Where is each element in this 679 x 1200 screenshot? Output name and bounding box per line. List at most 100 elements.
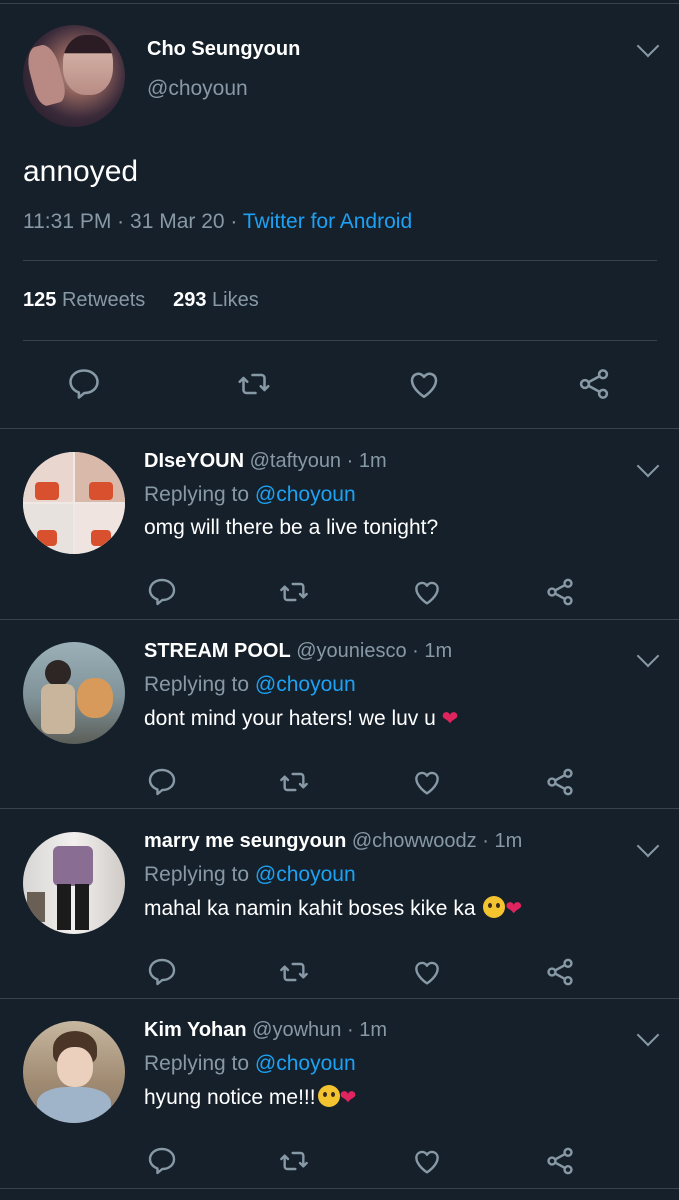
heart-emoji: ❤ (505, 898, 523, 920)
reply-text-container: dont mind your haters! we luv u ❤ (144, 706, 458, 731)
reply-tweet[interactable]: marry me seungyoun @chowwoodz · 1m Reply… (0, 810, 679, 1000)
reply-tweet[interactable]: STREAM POOL @youniesco · 1m Replying to … (0, 620, 679, 810)
chevron-down-icon[interactable] (636, 644, 660, 668)
tweet-source-link[interactable]: Twitter for Android (243, 210, 412, 233)
avatar[interactable] (23, 642, 125, 744)
author-name[interactable]: Kim Yohan (144, 1019, 247, 1041)
reply-text: omg will there be a live tonight? (144, 516, 439, 539)
heart-emoji: ❤ (441, 708, 459, 730)
meta-separator: · (482, 830, 489, 852)
reply-time: 1m (359, 1019, 388, 1041)
retweet-icon[interactable] (278, 956, 310, 988)
author-name[interactable]: marry me seungyoun (144, 830, 346, 852)
share-icon[interactable] (544, 956, 576, 988)
reply-text: dont mind your haters! we luv u (144, 707, 436, 730)
divider (23, 260, 657, 261)
meta-separator: · (346, 450, 354, 472)
reply-text: mahal ka namin kahit boses kike ka (144, 897, 476, 920)
author-handle[interactable]: @yowhun (252, 1019, 341, 1041)
mention-link[interactable]: @choyoun (255, 863, 356, 886)
reply-tweet[interactable]: DIseYOUN @taftyoun · 1m Replying to @cho… (0, 430, 679, 620)
replying-prefix: Replying to (144, 863, 250, 886)
retweet-icon[interactable] (236, 366, 272, 402)
divider (0, 808, 679, 809)
divider (23, 340, 657, 341)
meta-separator: · (117, 210, 125, 233)
author-name[interactable]: DIseYOUN (144, 450, 244, 472)
reply-icon[interactable] (146, 576, 178, 608)
pleading-emoji (317, 1085, 340, 1107)
share-icon[interactable] (544, 1145, 576, 1177)
mention-link[interactable]: @choyoun (255, 1052, 356, 1075)
author-handle[interactable]: @youniesco (296, 640, 406, 662)
replying-prefix: Replying to (144, 673, 250, 696)
reply-icon[interactable] (66, 366, 102, 402)
replying-prefix: Replying to (144, 483, 250, 506)
main-tweet: Cho Seungyoun @choyoun annoyed 11:31 PM … (0, 0, 679, 430)
like-icon[interactable] (411, 956, 443, 988)
reply-header: marry me seungyoun @chowwoodz · 1m (144, 830, 522, 853)
meta-separator: · (230, 210, 238, 233)
meta-separator: · (412, 640, 419, 662)
reply-header: DIseYOUN @taftyoun · 1m (144, 450, 387, 473)
reply-text: hyung notice me!!! (144, 1086, 316, 1109)
reply-time: 1m (424, 640, 453, 662)
retweet-icon[interactable] (278, 766, 310, 798)
retweets-stat[interactable]: 125 Retweets (23, 289, 145, 311)
chevron-down-icon[interactable] (636, 1023, 660, 1047)
like-label: Likes (212, 289, 259, 311)
reply-time: 1m (494, 830, 523, 852)
mention-link[interactable]: @choyoun (255, 483, 356, 506)
mention-link[interactable]: @choyoun (255, 673, 356, 696)
author-handle[interactable]: @chowwoodz (352, 830, 477, 852)
meta-separator: · (346, 1019, 354, 1041)
share-icon[interactable] (544, 766, 576, 798)
author-name[interactable]: STREAM POOL (144, 640, 291, 662)
chevron-down-icon[interactable] (636, 454, 660, 478)
heart-emoji: ❤ (339, 1087, 357, 1109)
author-handle[interactable]: @choyoun (147, 77, 248, 101)
author-name[interactable]: Cho Seungyoun (147, 38, 300, 61)
tweet-meta: 11:31 PM · 31 Mar 20 · Twitter for Andro… (23, 210, 412, 234)
replying-to: Replying to @choyoun (144, 483, 356, 507)
like-icon[interactable] (411, 1145, 443, 1177)
share-icon[interactable] (576, 366, 612, 402)
retweet-icon[interactable] (278, 576, 310, 608)
reply-icon[interactable] (146, 956, 178, 988)
avatar[interactable] (23, 832, 125, 934)
avatar[interactable] (23, 452, 125, 554)
reply-text-container: hyung notice me!!! ❤ (144, 1085, 356, 1110)
chevron-down-icon[interactable] (636, 834, 660, 858)
author-handle[interactable]: @taftyoun (250, 450, 341, 472)
divider (0, 1188, 679, 1189)
reply-text-container: mahal ka namin kahit boses kike ka ❤ (144, 896, 522, 921)
chevron-down-icon[interactable] (636, 34, 660, 58)
avatar[interactable] (23, 1021, 125, 1123)
reply-time: 1m (358, 450, 387, 472)
replying-to: Replying to @choyoun (144, 673, 356, 697)
tweet-text: annoyed (23, 155, 139, 188)
divider (0, 428, 679, 429)
retweet-label: Retweets (61, 289, 146, 311)
reply-header: Kim Yohan @yowhun · 1m (144, 1019, 387, 1042)
retweet-icon[interactable] (278, 1145, 310, 1177)
tweet-date: 31 Mar 20 (130, 210, 225, 233)
tweet-stats: 125 Retweets 293 Likes (23, 289, 259, 312)
retweet-count: 125 (23, 289, 57, 311)
likes-stat[interactable]: 293 Likes (173, 289, 259, 311)
like-icon[interactable] (411, 766, 443, 798)
replying-prefix: Replying to (144, 1052, 250, 1075)
like-count: 293 (173, 289, 207, 311)
reply-icon[interactable] (146, 1145, 178, 1177)
replying-to: Replying to @choyoun (144, 1052, 356, 1076)
reply-header: STREAM POOL @youniesco · 1m (144, 640, 452, 663)
avatar[interactable] (23, 25, 125, 127)
replying-to: Replying to @choyoun (144, 863, 356, 887)
share-icon[interactable] (544, 576, 576, 608)
like-icon[interactable] (411, 576, 443, 608)
reply-icon[interactable] (146, 766, 178, 798)
like-icon[interactable] (406, 366, 442, 402)
crying-emoji (483, 896, 506, 918)
tweet-time: 11:31 PM (23, 210, 112, 233)
reply-tweet[interactable]: Kim Yohan @yowhun · 1m Replying to @choy… (0, 999, 679, 1189)
